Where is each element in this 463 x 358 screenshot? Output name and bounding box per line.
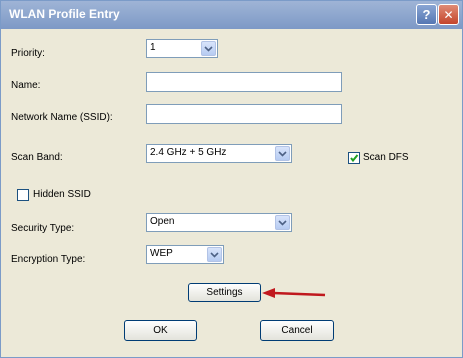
chevron-down-icon[interactable] — [275, 215, 290, 230]
chevron-down-icon[interactable] — [201, 41, 216, 56]
scan-dfs-label: Scan DFS — [363, 152, 409, 163]
help-icon: ? — [422, 7, 431, 22]
encryption-type-select[interactable]: WEP — [146, 245, 224, 264]
scan-dfs-checkbox[interactable] — [348, 152, 360, 164]
annotation-arrow-icon — [262, 288, 326, 298]
title-bar[interactable]: WLAN Profile Entry ? ✕ — [1, 1, 462, 29]
encryption-type-label: Encryption Type: — [11, 254, 86, 265]
ok-button[interactable]: OK — [124, 320, 197, 341]
scan-band-select[interactable]: 2.4 GHz + 5 GHz — [146, 144, 292, 163]
security-type-select[interactable]: Open — [146, 213, 292, 232]
checkmark-icon — [350, 154, 359, 163]
settings-button[interactable]: Settings — [188, 283, 261, 302]
ssid-field[interactable] — [146, 104, 342, 124]
close-button[interactable]: ✕ — [438, 4, 459, 25]
window-title: WLAN Profile Entry — [9, 7, 120, 21]
chevron-down-icon[interactable] — [207, 247, 222, 262]
security-type-label: Security Type: — [11, 223, 75, 234]
priority-label: Priority: — [11, 48, 45, 59]
wlan-profile-dialog: WLAN Profile Entry ? ✕ Priority: 1 Name:… — [0, 0, 463, 358]
name-field[interactable] — [146, 72, 342, 92]
cancel-button[interactable]: Cancel — [260, 320, 334, 341]
security-type-value: Open — [150, 216, 175, 227]
scan-band-label: Scan Band: — [11, 152, 63, 163]
chevron-down-icon[interactable] — [275, 146, 290, 161]
hidden-ssid-label: Hidden SSID — [33, 189, 91, 200]
ssid-label: Network Name (SSID): — [11, 112, 113, 123]
hidden-ssid-checkbox[interactable] — [17, 189, 29, 201]
help-button[interactable]: ? — [416, 4, 437, 25]
priority-value: 1 — [150, 42, 156, 53]
name-label: Name: — [11, 80, 41, 91]
scan-band-value: 2.4 GHz + 5 GHz — [150, 147, 227, 158]
encryption-type-value: WEP — [150, 248, 173, 259]
priority-select[interactable]: 1 — [146, 39, 218, 58]
close-icon: ✕ — [443, 7, 454, 22]
